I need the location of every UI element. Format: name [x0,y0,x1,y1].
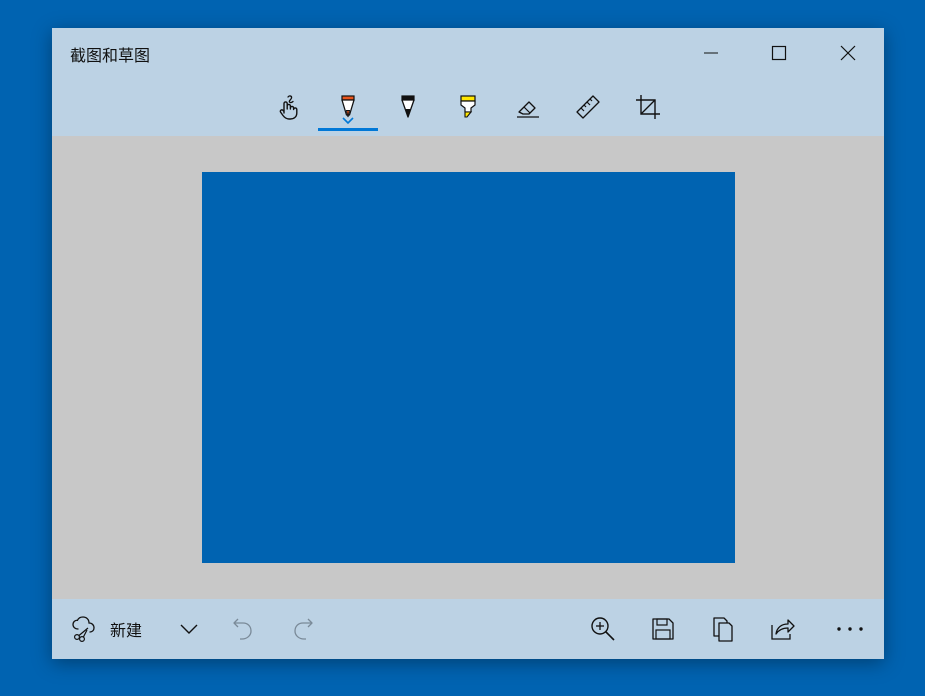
new-snip-button[interactable]: 新建 [70,609,174,649]
copy-button[interactable] [706,609,740,649]
touch-writing-button[interactable] [258,85,318,131]
undo-button[interactable] [226,609,260,649]
new-snip-dropdown[interactable] [172,609,206,649]
save-button[interactable] [646,609,680,649]
eraser-icon [517,101,539,118]
minimize-button[interactable] [688,36,734,70]
highlighter-icon [460,95,476,118]
snip-sketch-window: 截图和草图 新建 [52,28,884,659]
zoom-button[interactable] [586,609,620,649]
bottom-command-bar: 新建 [52,599,884,659]
minimize-icon [704,52,718,54]
more-icon [837,627,863,631]
title-bar: 截图和草图 [52,28,884,78]
zoom-in-icon [591,617,615,641]
see-more-button[interactable] [830,609,870,649]
maximize-button[interactable] [756,36,802,70]
eraser-button[interactable] [498,85,558,131]
canvas-area[interactable] [52,136,884,599]
chevron-down-icon [180,624,198,634]
save-icon [652,618,674,640]
captured-image[interactable] [202,172,735,563]
redo-button[interactable] [286,609,320,649]
undo-icon [233,618,252,640]
pencil-button[interactable] [378,85,438,131]
new-snip-icon [72,616,95,643]
pencil-icon [401,95,415,118]
share-icon [771,619,795,640]
ruler-button[interactable] [558,85,618,131]
chevron-down-icon [342,117,354,125]
crop-icon [636,95,660,119]
drawing-toolbar [52,83,884,136]
window-title: 截图和草图 [70,46,151,65]
close-icon [840,45,856,61]
touch-writing-icon [279,95,298,120]
copy-icon [713,617,733,642]
close-button[interactable] [825,36,871,70]
highlighter-button[interactable] [438,85,498,131]
maximize-icon [771,45,787,61]
share-button[interactable] [766,609,800,649]
ballpoint-pen-button[interactable] [318,85,378,131]
redo-icon [294,618,313,640]
ruler-icon [576,95,600,119]
image-crop-button[interactable] [618,85,678,131]
new-snip-label: 新建 [110,621,143,640]
